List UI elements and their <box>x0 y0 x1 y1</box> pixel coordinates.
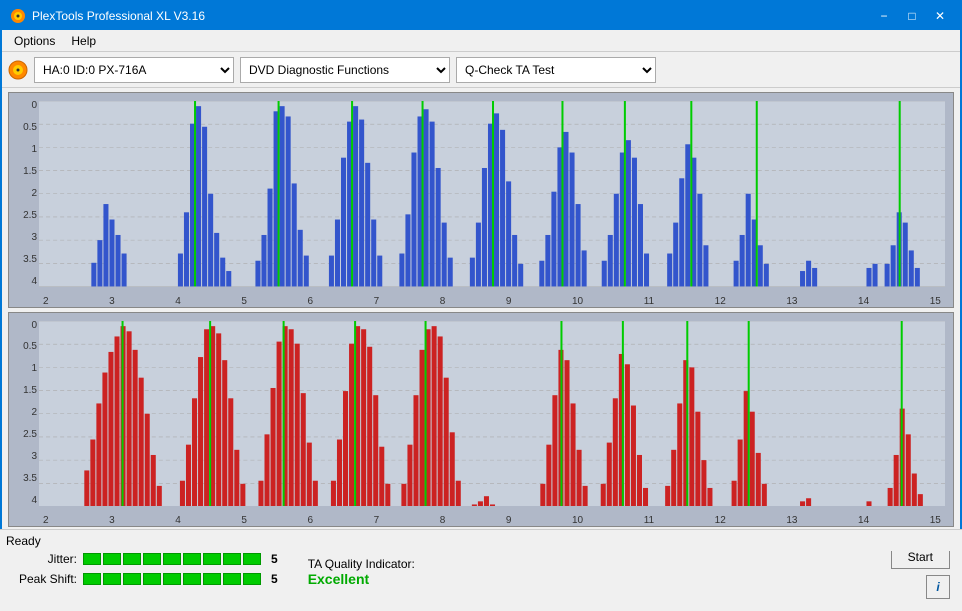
bottom-chart-yaxis: 4 3.5 3 2.5 2 1.5 1 0.5 0 <box>9 321 39 507</box>
peakshift-meter <box>83 573 261 585</box>
ps-seg-8 <box>223 573 241 585</box>
ps-seg-2 <box>103 573 121 585</box>
titlebar-left: PlexTools Professional XL V3.16 <box>10 8 205 24</box>
toolbar: HA:0 ID:0 PX-716A DVD Diagnostic Functio… <box>2 52 960 88</box>
minimize-button[interactable]: − <box>872 6 896 26</box>
bottom-chart-xaxis: 2 3 4 5 6 7 8 9 10 11 12 13 14 15 <box>39 506 945 526</box>
ps-seg-9 <box>243 573 261 585</box>
top-chart-xaxis: 2 3 4 5 6 7 8 9 10 11 12 13 14 15 <box>39 287 945 307</box>
bottom-chart-svg <box>39 321 945 507</box>
top-chart: 4 3.5 3 2.5 2 1.5 1 0.5 0 <box>8 92 954 308</box>
peakshift-value: 5 <box>271 572 278 586</box>
quality-value: Excellent <box>308 571 415 587</box>
jitter-row: Jitter: 5 <box>12 552 278 566</box>
quality-label: TA Quality Indicator: <box>308 557 415 571</box>
ps-seg-1 <box>83 573 101 585</box>
jitter-meter <box>83 553 261 565</box>
peakshift-row: Peak Shift: 5 <box>12 572 278 586</box>
ps-seg-6 <box>183 573 201 585</box>
jitter-seg-4 <box>143 553 161 565</box>
close-button[interactable]: ✕ <box>928 6 952 26</box>
jitter-seg-8 <box>223 553 241 565</box>
statusbar: Ready <box>0 529 962 551</box>
menubar: Options Help <box>2 30 960 52</box>
ps-seg-3 <box>123 573 141 585</box>
jitter-seg-1 <box>83 553 101 565</box>
peakshift-label: Peak Shift: <box>12 572 77 586</box>
maximize-button[interactable]: □ <box>900 6 924 26</box>
bottom-chart: 4 3.5 3 2.5 2 1.5 1 0.5 0 <box>8 312 954 528</box>
jitter-label: Jitter: <box>12 552 77 566</box>
ps-seg-5 <box>163 573 181 585</box>
ps-seg-7 <box>203 573 221 585</box>
jitter-value: 5 <box>271 552 278 566</box>
jitter-seg-5 <box>163 553 181 565</box>
titlebar-controls: − □ ✕ <box>872 6 952 26</box>
menu-options[interactable]: Options <box>6 32 63 50</box>
menu-help[interactable]: Help <box>63 32 104 50</box>
app-title: PlexTools Professional XL V3.16 <box>32 9 205 23</box>
test-dropdown[interactable]: Q-Check TA Test <box>456 57 656 83</box>
top-chart-yaxis: 4 3.5 3 2.5 2 1.5 1 0.5 0 <box>9 101 39 287</box>
jitter-seg-6 <box>183 553 201 565</box>
info-button[interactable]: i <box>926 575 950 599</box>
quality-section: TA Quality Indicator: Excellent <box>308 557 415 587</box>
app-icon <box>10 8 26 24</box>
function-dropdown[interactable]: DVD Diagnostic Functions <box>240 57 450 83</box>
jitter-seg-3 <box>123 553 141 565</box>
top-chart-inner <box>39 101 945 287</box>
ps-seg-4 <box>143 573 161 585</box>
jitter-seg-2 <box>103 553 121 565</box>
titlebar: PlexTools Professional XL V3.16 − □ ✕ <box>2 2 960 30</box>
main-area: 4 3.5 3 2.5 2 1.5 1 0.5 0 <box>2 88 960 531</box>
jitter-seg-9 <box>243 553 261 565</box>
status-text: Ready <box>6 534 41 548</box>
top-chart-svg <box>39 101 945 287</box>
drive-icon <box>8 60 28 80</box>
jitter-seg-7 <box>203 553 221 565</box>
drive-dropdown[interactable]: HA:0 ID:0 PX-716A <box>34 57 234 83</box>
metrics-left: Jitter: 5 Peak Shift: <box>12 552 278 592</box>
bottom-chart-inner <box>39 321 945 507</box>
